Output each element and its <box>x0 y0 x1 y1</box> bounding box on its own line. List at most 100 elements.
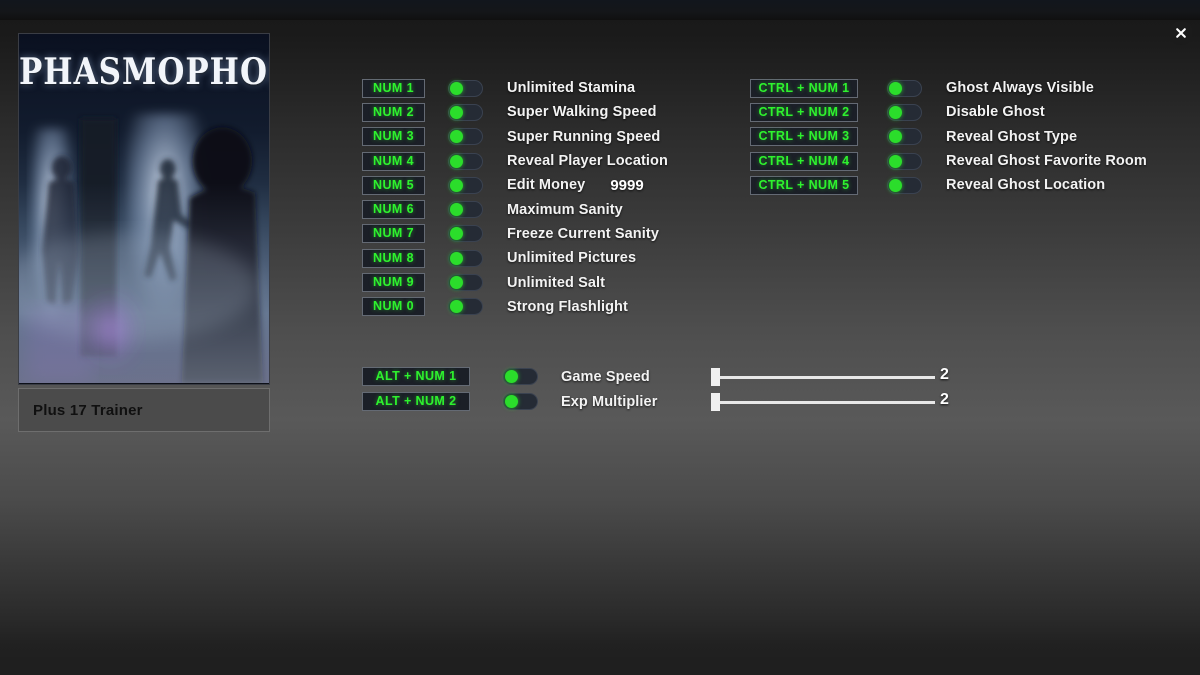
option-toggle-switch[interactable] <box>448 152 483 170</box>
cheat-option-row: CTRL + NUM 2 Disable Ghost <box>750 100 1147 124</box>
toggle-knob <box>450 227 463 241</box>
options-column-primary: NUM 1 Unlimited Stamina NUM 2 Super Walking… <box>362 76 668 319</box>
hotkey-button[interactable]: CTRL + NUM 4 <box>750 151 858 171</box>
slider-value: 2 <box>940 366 949 383</box>
hotkey-button[interactable]: CTRL + NUM 2 <box>750 102 858 122</box>
toggle-knob <box>450 203 463 217</box>
hotkey-button[interactable]: NUM 1 <box>362 78 425 98</box>
option-label: Edit Money <box>507 177 586 194</box>
option-label: Reveal Player Location <box>507 153 668 170</box>
option-toggle-switch[interactable] <box>448 225 483 243</box>
hotkey-button[interactable]: NUM 3 <box>362 127 425 147</box>
option-label: Super Running Speed <box>507 128 661 145</box>
slider-handle[interactable] <box>711 368 720 386</box>
trainer-version-label: Plus 17 Trainer <box>33 401 143 419</box>
option-label: Exp Multiplier <box>561 393 658 410</box>
option-label: Strong Flashlight <box>507 298 628 315</box>
hotkey-button[interactable]: NUM 7 <box>362 224 425 244</box>
option-label: Unlimited Salt <box>507 274 606 291</box>
option-toggle-switch[interactable] <box>448 201 483 219</box>
option-toggle-switch[interactable] <box>448 103 483 121</box>
option-label: Disable Ghost <box>946 104 1045 121</box>
cheat-option-row: NUM 3 Super Running Speed <box>362 125 668 149</box>
option-toggle-switch[interactable] <box>448 249 483 267</box>
option-toggle-switch[interactable] <box>887 152 922 170</box>
option-toggle-switch[interactable] <box>887 103 922 121</box>
trainer-version-panel: Plus 17 Trainer <box>18 388 270 432</box>
toggle-knob <box>450 178 463 192</box>
title-bar <box>0 0 1200 20</box>
close-icon <box>1176 28 1186 38</box>
hotkey-button[interactable]: NUM 2 <box>362 102 425 122</box>
option-label: Freeze Current Sanity <box>507 225 659 242</box>
hotkey-button[interactable]: CTRL + NUM 1 <box>750 78 858 98</box>
option-toggle-switch[interactable] <box>448 298 483 316</box>
cheat-option-row: NUM 2 Super Walking Speed <box>362 100 668 124</box>
hotkey-button[interactable]: NUM 5 <box>362 175 425 195</box>
option-label: Unlimited Pictures <box>507 250 637 267</box>
toggle-knob <box>505 370 518 383</box>
toggle-knob <box>505 395 518 408</box>
option-toggle-switch[interactable] <box>503 393 538 410</box>
slider-value: 2 <box>940 391 949 408</box>
options-column-secondary: CTRL + NUM 1 Ghost Always Visible CTRL + N… <box>750 76 1147 197</box>
toggle-knob <box>450 105 463 119</box>
cheat-option-row: CTRL + NUM 5 Reveal Ghost Location <box>750 173 1147 197</box>
cheat-option-row: CTRL + NUM 4 Reveal Ghost Favorite Room <box>750 149 1147 173</box>
option-toggle-switch[interactable] <box>887 176 922 194</box>
option-value[interactable]: 9999 <box>610 177 643 194</box>
hotkey-button[interactable]: CTRL + NUM 3 <box>750 127 858 147</box>
hotkey-button[interactable]: NUM 4 <box>362 151 425 171</box>
slider-options-group: ALT + NUM 1 Game Speed ALT + NUM 2 Exp Mult… <box>362 364 657 414</box>
option-toggle-switch[interactable] <box>448 274 483 292</box>
status-bar <box>0 657 1200 675</box>
game-cover-art: PHASMOPHOBIA <box>18 33 270 385</box>
close-button[interactable] <box>1169 21 1193 45</box>
toggle-knob <box>450 130 463 144</box>
hotkey-button[interactable]: ALT + NUM 2 <box>362 392 470 411</box>
option-toggle-switch[interactable] <box>887 128 922 146</box>
slider-handle[interactable] <box>711 393 720 411</box>
toggle-knob <box>450 154 463 168</box>
toggle-knob <box>889 130 902 144</box>
value-slider[interactable] <box>711 392 935 412</box>
option-label: Ghost Always Visible <box>946 80 1094 97</box>
slider-track[interactable] <box>711 376 935 379</box>
option-toggle-switch[interactable] <box>503 368 538 385</box>
hotkey-button[interactable]: NUM 0 <box>362 297 425 317</box>
cheat-option-row: NUM 6 Maximum Sanity <box>362 197 668 221</box>
hotkey-button[interactable]: CTRL + NUM 5 <box>750 175 858 195</box>
option-toggle-switch[interactable] <box>448 176 483 194</box>
toggle-knob <box>889 178 902 192</box>
hotkey-button[interactable]: NUM 6 <box>362 200 425 220</box>
option-toggle-switch[interactable] <box>448 128 483 146</box>
slider-track[interactable] <box>711 401 935 404</box>
cheat-option-row: CTRL + NUM 3 Reveal Ghost Type <box>750 125 1147 149</box>
cheat-option-row: NUM 1 Unlimited Stamina <box>362 76 668 100</box>
toggle-knob <box>450 276 463 290</box>
cheat-option-row: NUM 0 Strong Flashlight <box>362 295 668 319</box>
toggle-knob <box>889 105 902 119</box>
cheat-option-row: NUM 8 Unlimited Pictures <box>362 246 668 270</box>
cheat-option-row: NUM 4 Reveal Player Location <box>362 149 668 173</box>
option-label: Super Walking Speed <box>507 104 657 121</box>
option-label: Game Speed <box>561 368 650 385</box>
option-toggle-switch[interactable] <box>448 79 483 97</box>
hotkey-button[interactable]: NUM 8 <box>362 248 425 268</box>
option-label: Reveal Ghost Location <box>946 177 1106 194</box>
cover-game-title: PHASMOPHOBIA <box>19 50 269 94</box>
toggle-knob <box>450 251 463 265</box>
hotkey-button[interactable]: ALT + NUM 1 <box>362 367 470 386</box>
slider-option-row: ALT + NUM 2 Exp Multiplier <box>362 389 657 414</box>
option-toggle-switch[interactable] <box>887 79 922 97</box>
cheat-option-row: NUM 5 Edit Money 9999 <box>362 173 668 197</box>
trainer-window: PHASMOPHOBIA Plus 17 Trainer NUM 1 Unlimi… <box>0 0 1200 675</box>
slider-option-row: ALT + NUM 1 Game Speed <box>362 364 657 389</box>
option-label: Maximum Sanity <box>507 201 623 218</box>
option-label: Reveal Ghost Type <box>946 128 1078 145</box>
value-slider[interactable] <box>711 367 935 387</box>
cheat-option-row: NUM 7 Freeze Current Sanity <box>362 222 668 246</box>
cheat-option-row: NUM 9 Unlimited Salt <box>362 270 668 294</box>
hotkey-button[interactable]: NUM 9 <box>362 273 425 293</box>
option-label: Reveal Ghost Favorite Room <box>946 153 1147 170</box>
